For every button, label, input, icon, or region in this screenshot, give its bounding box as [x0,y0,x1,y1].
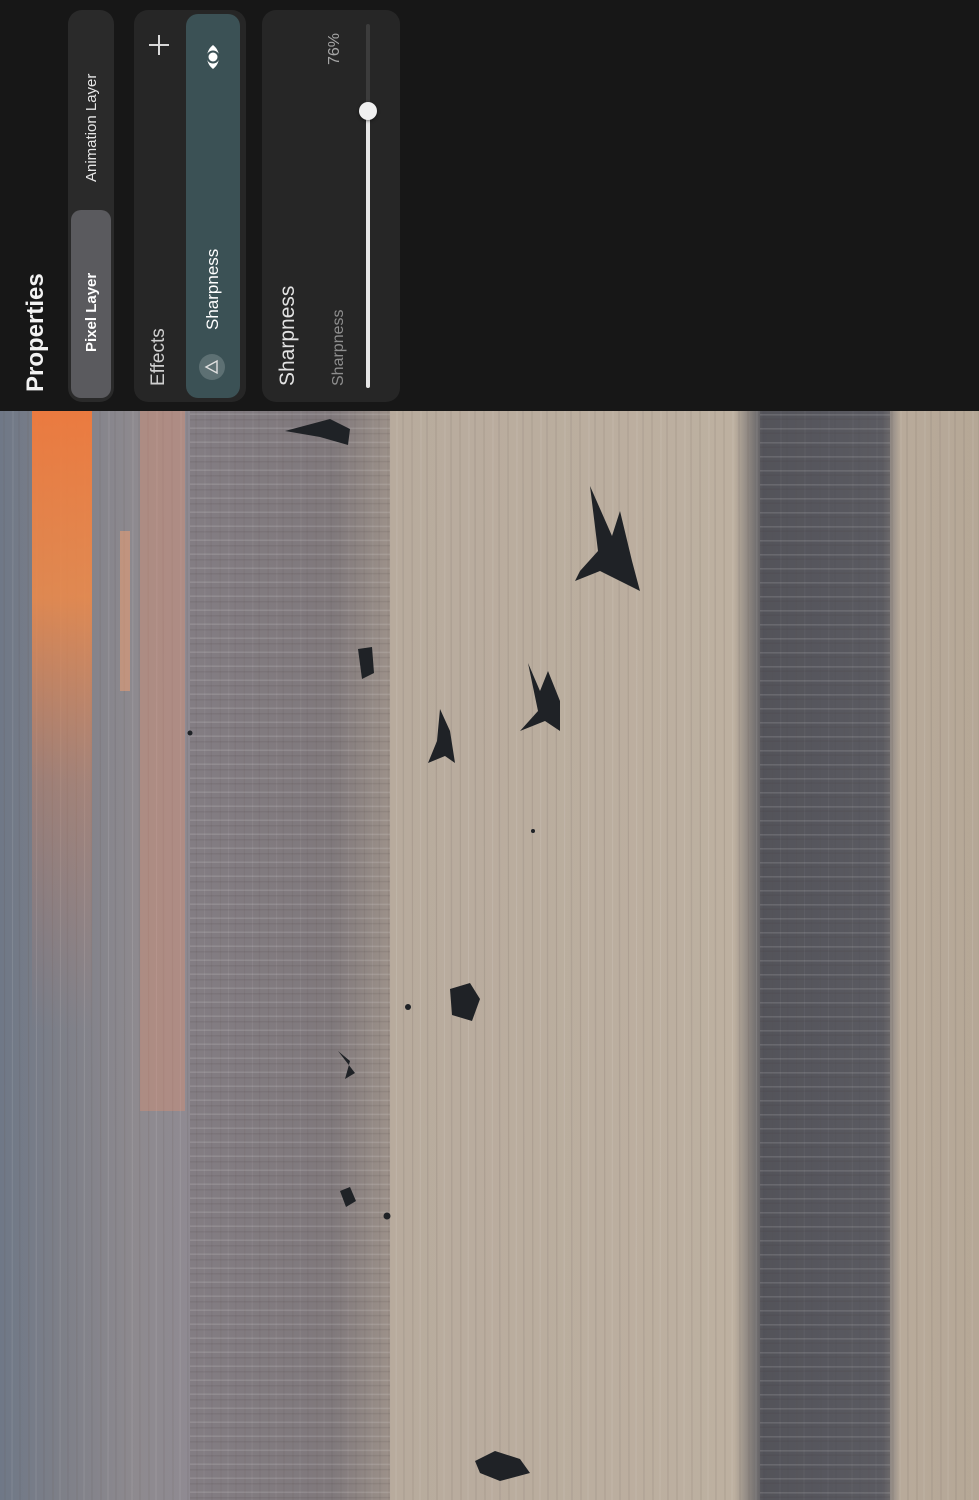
panel-title: Properties [22,273,49,392]
slider-thumb[interactable] [359,102,377,120]
triangle-icon [204,359,218,375]
tab-pixel-layer-label: Pixel Layer [83,272,100,352]
slider-fill [366,111,370,388]
slider-value: 76% [326,32,343,65]
sharpness-adjust-card: Sharpness Sharpness 76% [262,10,400,402]
effect-visibility-toggle[interactable] [198,42,228,72]
eye-icon [206,45,220,69]
effect-triangle-button[interactable] [199,354,225,380]
effect-item-label: Sharpness [203,248,222,330]
effects-card: Effects Sharpness [134,10,246,402]
properties-panel: Properties Pixel Layer Animation Layer E… [0,0,979,411]
effects-label: Effects [148,328,169,386]
effect-item-sharpness[interactable]: Sharpness [186,14,240,398]
plus-icon [149,35,169,55]
tab-pixel-layer[interactable]: Pixel Layer [71,210,111,398]
layer-type-segmented-control: Pixel Layer Animation Layer [68,10,114,402]
tab-animation-layer-label: Animation Layer [83,73,100,182]
add-effect-button[interactable] [146,32,172,58]
canvas-image [0,411,979,1500]
slider-label: Sharpness [330,309,347,387]
tab-animation-layer[interactable]: Animation Layer [71,16,111,204]
section-title: Sharpness [276,285,299,386]
sharpness-slider[interactable] [356,24,380,388]
